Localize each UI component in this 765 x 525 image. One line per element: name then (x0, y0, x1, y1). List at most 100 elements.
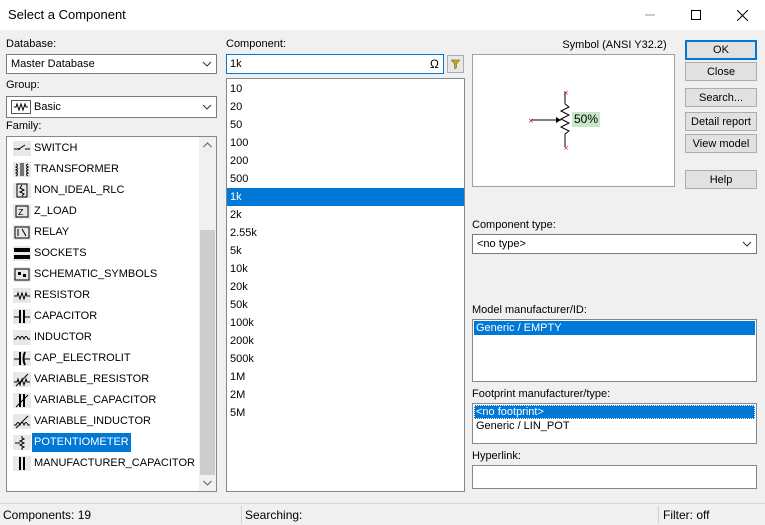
omega-symbol: Ω (430, 57, 439, 71)
maximize-icon (691, 10, 701, 20)
component-item[interactable]: 2M (227, 386, 464, 404)
component-item[interactable]: 100k (227, 314, 464, 332)
family-item-schematic-symbols[interactable]: SCHEMATIC_SYMBOLS (7, 264, 199, 285)
family-item-label: INDUCTOR (34, 331, 92, 343)
family-item-label: NON_IDEAL_RLC (34, 184, 125, 196)
minimize-icon (645, 14, 655, 16)
chevron-down-icon (202, 104, 212, 110)
scroll-down-icon[interactable] (203, 480, 212, 486)
status-bar: Components: 19 Searching: Filter: off (0, 503, 765, 525)
component-item[interactable]: 1M (227, 368, 464, 386)
sockets-icon (13, 246, 31, 261)
family-item-cap-electrolit[interactable]: CAP_ELECTROLIT (7, 348, 199, 369)
family-label: Family: (6, 120, 42, 132)
rlc-icon (13, 183, 31, 198)
detail-report-button[interactable]: Detail report (685, 112, 757, 131)
database-value: Master Database (11, 58, 95, 70)
component-item[interactable]: 20k (227, 278, 464, 296)
component-item[interactable]: 500k (227, 350, 464, 368)
component-type-label: Component type: (472, 219, 556, 231)
component-item[interactable]: 5k (227, 242, 464, 260)
family-item-relay[interactable]: RELAY (7, 222, 199, 243)
minimize-button[interactable] (627, 0, 673, 30)
footprint-label: Footprint manufacturer/type: (472, 388, 611, 400)
family-item-sockets[interactable]: SOCKETS (7, 243, 199, 264)
family-item-z-load[interactable]: Z Z_LOAD (7, 201, 199, 222)
model-list[interactable]: Generic / EMPTY (472, 319, 757, 382)
window-title: Select a Component (8, 7, 126, 22)
close-window-button[interactable] (719, 0, 765, 30)
footprint-item[interactable]: <no footprint> (474, 405, 755, 419)
search-button[interactable]: Search... (685, 88, 757, 107)
components-count: Components: 19 (3, 508, 92, 522)
component-item[interactable]: 50k (227, 296, 464, 314)
component-item[interactable]: 2.55k (227, 224, 464, 242)
component-item[interactable]: 1k (227, 188, 464, 206)
family-item-label: VARIABLE_RESISTOR (34, 373, 150, 385)
family-item-label: CAP_ELECTROLIT (34, 352, 131, 364)
help-button[interactable]: Help (685, 170, 757, 189)
hyperlink-field[interactable] (472, 465, 757, 489)
component-item[interactable]: 2k (227, 206, 464, 224)
scroll-up-icon[interactable] (203, 142, 212, 148)
component-item[interactable]: 5M (227, 404, 464, 422)
percent-badge: 50% (572, 112, 601, 127)
family-item-label: CAPACITOR (34, 310, 98, 322)
family-item-capacitor[interactable]: CAPACITOR (7, 306, 199, 327)
model-label: Model manufacturer/ID: (472, 304, 587, 316)
svg-text:Z: Z (18, 208, 24, 217)
component-item[interactable]: 100 (227, 134, 464, 152)
component-item[interactable]: 200k (227, 332, 464, 350)
component-item[interactable]: 20 (227, 98, 464, 116)
family-item-label: TRANSFORMER (34, 163, 119, 175)
group-value: Basic (34, 101, 61, 113)
svg-text:×: × (563, 144, 569, 152)
family-item-label: RELAY (34, 226, 70, 238)
family-item-label: MANUFACTURER_CAPACITOR (34, 457, 195, 469)
model-item[interactable]: Generic / EMPTY (474, 321, 755, 335)
component-item[interactable]: 10k (227, 260, 464, 278)
potentiometer-icon (13, 435, 31, 450)
component-list[interactable]: 10 20 50 100 200 500 1k 2k 2.55k 5k 10k 20k 50k 100k 2… (226, 78, 465, 492)
component-type-select[interactable]: <no type> (472, 234, 757, 254)
database-select[interactable]: Master Database (6, 54, 217, 74)
variable-inductor-icon (13, 414, 31, 429)
filter-button[interactable] (447, 55, 464, 73)
component-item[interactable]: 500 (227, 170, 464, 188)
maximize-button[interactable] (673, 0, 719, 30)
family-item-label: Z_LOAD (34, 205, 77, 217)
chevron-down-icon (202, 61, 212, 67)
component-item[interactable]: 50 (227, 116, 464, 134)
group-select[interactable]: Basic (6, 96, 217, 118)
filter-icon (447, 55, 464, 73)
zload-icon: Z (13, 204, 31, 219)
family-item-label: VARIABLE_CAPACITOR (34, 394, 157, 406)
family-item-variable-capacitor[interactable]: VARIABLE_CAPACITOR (7, 390, 199, 411)
family-item-inductor[interactable]: INDUCTOR (7, 327, 199, 348)
view-model-button[interactable]: View model (685, 134, 757, 153)
component-search-input[interactable]: 1k Ω (226, 54, 444, 74)
filter-status: Filter: off (663, 508, 710, 522)
close-button[interactable]: Close (685, 62, 757, 81)
family-item-non-ideal-rlc[interactable]: NON_IDEAL_RLC (7, 180, 199, 201)
family-item-manufacturer-capacitor[interactable]: MANUFACTURER_CAPACITOR (7, 453, 199, 474)
group-label: Group: (6, 79, 40, 91)
resistor-icon (13, 288, 31, 303)
ok-button[interactable]: OK (685, 40, 757, 60)
component-item[interactable]: 200 (227, 152, 464, 170)
family-item-switch[interactable]: SWITCH (7, 138, 199, 159)
footprint-item[interactable]: Generic / LIN_POT (474, 419, 755, 433)
inductor-icon (13, 330, 31, 345)
family-item-label: VARIABLE_INDUCTOR (34, 415, 151, 427)
family-item-transformer[interactable]: TRANSFORMER (7, 159, 199, 180)
switch-icon (13, 141, 31, 156)
family-item-potentiometer[interactable]: POTENTIOMETER (7, 432, 199, 453)
family-scrollbar[interactable] (199, 137, 216, 491)
family-scroll-thumb[interactable] (200, 230, 215, 475)
family-item-resistor[interactable]: RESISTOR (7, 285, 199, 306)
family-item-variable-resistor[interactable]: VARIABLE_RESISTOR (7, 369, 199, 390)
footprint-list[interactable]: <no footprint> Generic / LIN_POT (472, 403, 757, 444)
family-list[interactable]: SWITCH TRANSFORMER NON_IDEAL_RLC Z Z_LOAD REL… (6, 136, 217, 492)
component-item[interactable]: 10 (227, 80, 464, 98)
family-item-variable-inductor[interactable]: VARIABLE_INDUCTOR (7, 411, 199, 432)
